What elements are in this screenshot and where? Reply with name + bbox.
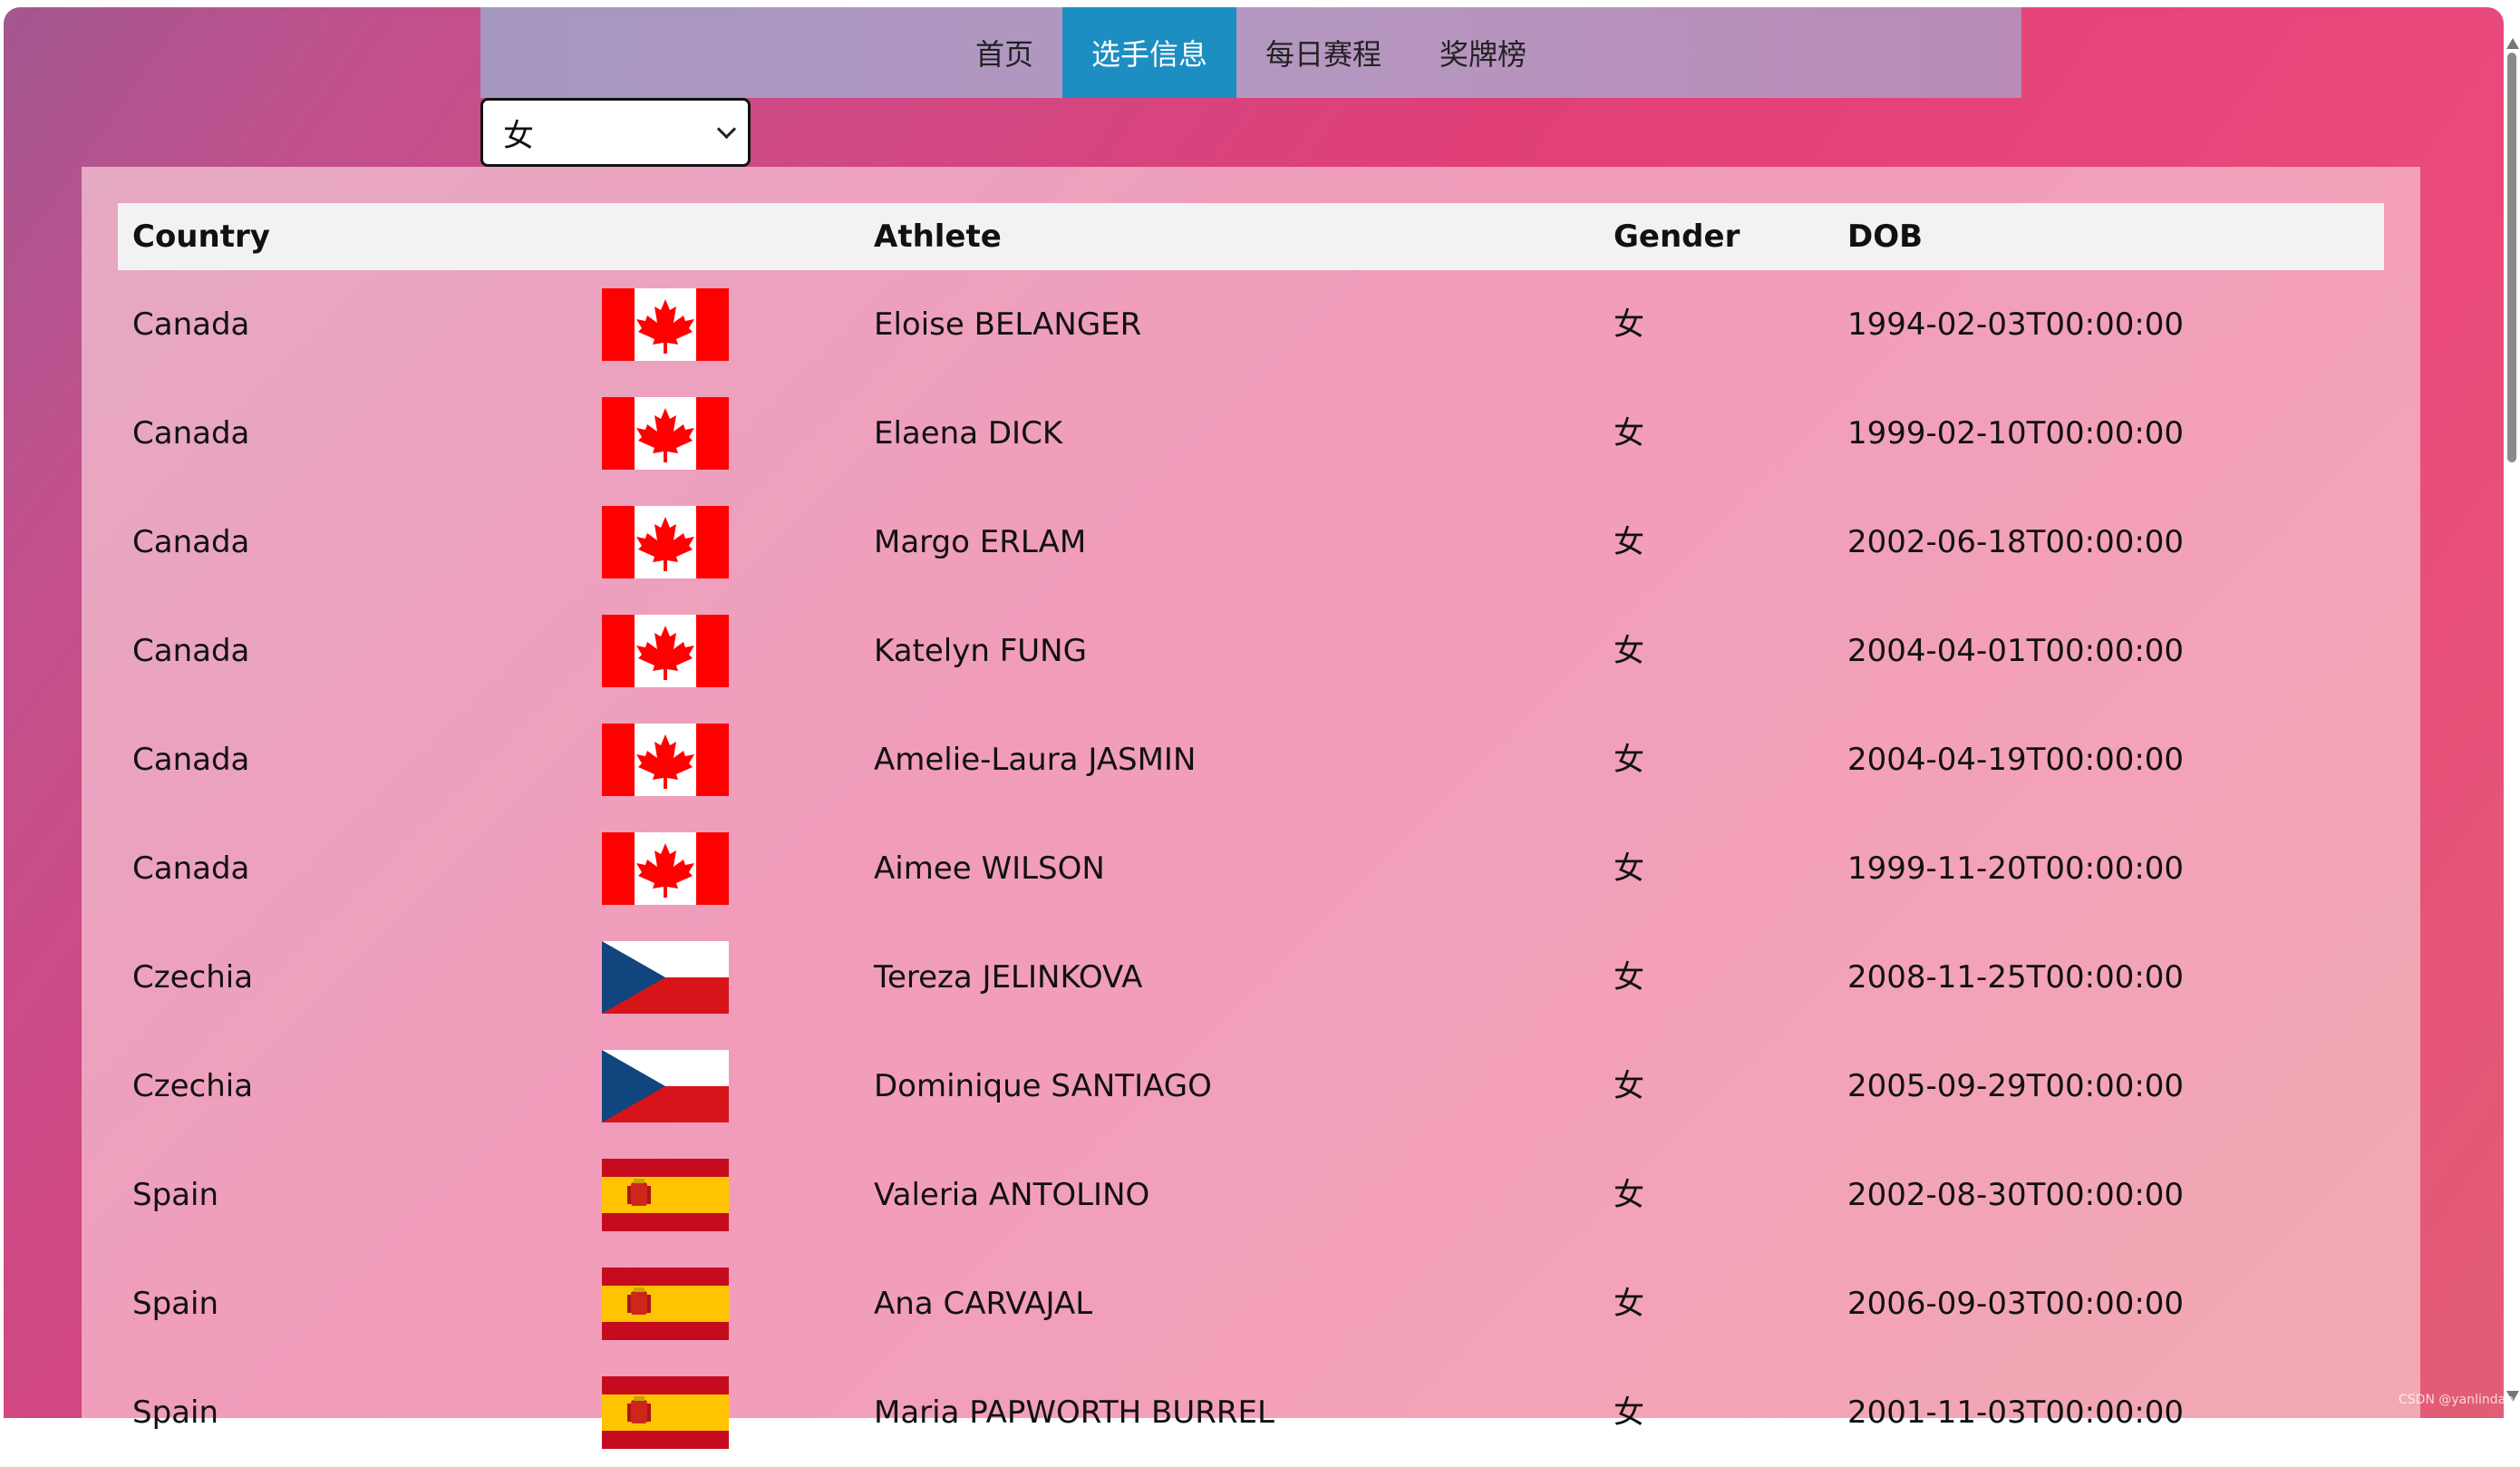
cell-dob: 1994-02-03T00:00:00	[1847, 306, 2185, 343]
cell-gender: 女	[1614, 633, 1644, 669]
cell-athlete: Katelyn FUNG	[874, 633, 1087, 669]
cell-dob: 2004-04-01T00:00:00	[1847, 633, 2185, 669]
cell-dob: 2001-11-03T00:00:00	[1847, 1394, 2185, 1431]
spain-flag-icon	[602, 1376, 729, 1449]
table-row: Spain Ana CARVAJAL 女 2006-09-03T00:00:00	[118, 1249, 2384, 1358]
header-country: Country	[132, 219, 270, 255]
nav-medal-table[interactable]: 奖牌榜	[1410, 7, 1556, 98]
cell-gender: 女	[1614, 524, 1644, 560]
canada-flag-icon	[602, 506, 729, 578]
cell-gender: 女	[1614, 1286, 1644, 1322]
cell-athlete: Maria PAPWORTH BURREL	[874, 1394, 1275, 1431]
cell-country: Spain	[132, 1177, 218, 1213]
nav-daily-schedule[interactable]: 每日赛程	[1236, 7, 1410, 98]
canada-flag-icon	[602, 397, 729, 470]
chevron-down-icon	[716, 119, 737, 140]
watermark: CSDN @yanlindan	[2399, 1393, 2515, 1407]
table-row: Czechia Tereza JELINKOVA 女 2008-11-25T00:00…	[118, 923, 2384, 1032]
table-row: Canada Katelyn FUNG 女 2004-04-01T00:00:00	[118, 597, 2384, 705]
cell-dob: 2005-09-29T00:00:00	[1847, 1068, 2185, 1104]
cell-country: Czechia	[132, 1068, 254, 1104]
cell-dob: 2004-04-19T00:00:00	[1847, 742, 2185, 778]
cell-dob: 2002-08-30T00:00:00	[1847, 1177, 2185, 1213]
cell-gender: 女	[1614, 415, 1644, 452]
cell-country: Canada	[132, 633, 250, 669]
gender-filter-select[interactable]: 女	[480, 98, 751, 167]
top-nav: 首页 选手信息 每日赛程 奖牌榜	[480, 7, 2021, 98]
cell-gender: 女	[1614, 742, 1644, 778]
cell-country: Spain	[132, 1394, 218, 1431]
cell-gender: 女	[1614, 1068, 1644, 1104]
czechia-flag-icon	[602, 1050, 729, 1122]
vertical-scrollbar[interactable]	[2504, 0, 2520, 1418]
cell-athlete: Valeria ANTOLINO	[874, 1177, 1150, 1213]
table-row: Canada Aimee WILSON 女 1999-11-20T00:00:00	[118, 814, 2384, 923]
header-gender: Gender	[1614, 219, 1740, 255]
canada-flag-icon	[602, 615, 729, 687]
cell-country: Czechia	[132, 959, 254, 996]
czechia-flag-icon	[602, 941, 729, 1014]
canada-flag-icon	[602, 832, 729, 905]
cell-country: Canada	[132, 415, 250, 452]
cell-athlete: Tereza JELINKOVA	[874, 959, 1143, 996]
cell-athlete: Amelie-Laura JASMIN	[874, 742, 1197, 778]
cell-gender: 女	[1614, 1394, 1644, 1431]
table-header: Country Athlete Gender DOB	[118, 203, 2384, 270]
scroll-up-arrow-icon[interactable]	[2506, 38, 2519, 49]
table-row: Spain Maria PAPWORTH BURREL 女 2001-11-03T00…	[118, 1358, 2384, 1467]
cell-dob: 2002-06-18T00:00:00	[1847, 524, 2185, 560]
canada-flag-icon	[602, 724, 729, 796]
table-row: Czechia Dominique SANTIAGO 女 2005-09-29T00:…	[118, 1032, 2384, 1141]
cell-dob: 2006-09-03T00:00:00	[1847, 1286, 2185, 1322]
cell-country: Canada	[132, 850, 250, 887]
cell-country: Canada	[132, 524, 250, 560]
cell-athlete: Ana CARVAJAL	[874, 1286, 1093, 1322]
spain-flag-icon	[602, 1268, 729, 1340]
cell-athlete: Aimee WILSON	[874, 850, 1105, 887]
cell-dob: 2008-11-25T00:00:00	[1847, 959, 2185, 996]
table-row: Canada Margo ERLAM 女 2002-06-18T00:00:00	[118, 488, 2384, 597]
cell-country: Canada	[132, 306, 250, 343]
gender-filter-value: 女	[503, 117, 534, 154]
cell-dob: 1999-02-10T00:00:00	[1847, 415, 2185, 452]
table-row: Canada Eloise BELANGER 女 1994-02-03T00:00:0…	[118, 270, 2384, 379]
cell-gender: 女	[1614, 306, 1644, 343]
table-row: Spain Valeria ANTOLINO 女 2002-08-30T00:00:0…	[118, 1141, 2384, 1249]
cell-athlete: Margo ERLAM	[874, 524, 1087, 560]
cell-athlete: Eloise BELANGER	[874, 306, 1142, 343]
cell-country: Spain	[132, 1286, 218, 1322]
nav-athletes[interactable]: 选手信息	[1061, 7, 1236, 98]
cell-gender: 女	[1614, 1177, 1644, 1213]
header-dob: DOB	[1847, 219, 1924, 255]
scrollbar-thumb[interactable]	[2507, 53, 2516, 462]
canada-flag-icon	[602, 288, 729, 361]
header-athlete: Athlete	[874, 219, 1002, 255]
spain-flag-icon	[602, 1159, 729, 1231]
cell-gender: 女	[1614, 959, 1644, 996]
cell-gender: 女	[1614, 850, 1644, 887]
athletes-panel: Country Athlete Gender DOB Canada Eloise …	[82, 167, 2420, 1449]
cell-athlete: Elaena DICK	[874, 415, 1063, 452]
table-row: Canada Amelie-Laura JASMIN 女 2004-04-19T00:…	[118, 705, 2384, 814]
nav-home[interactable]: 首页	[946, 7, 1062, 98]
cell-country: Canada	[132, 742, 250, 778]
cell-dob: 1999-11-20T00:00:00	[1847, 850, 2185, 887]
table-row: Canada Elaena DICK 女 1999-02-10T00:00:00	[118, 379, 2384, 488]
cell-athlete: Dominique SANTIAGO	[874, 1068, 1212, 1104]
